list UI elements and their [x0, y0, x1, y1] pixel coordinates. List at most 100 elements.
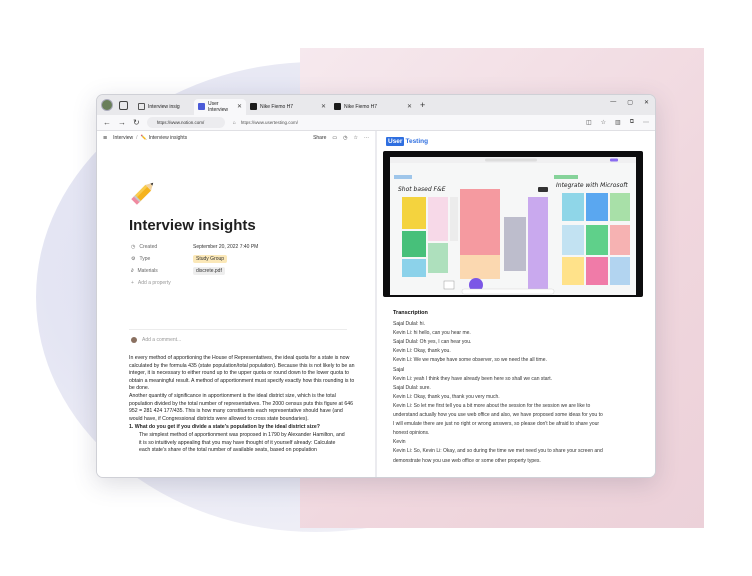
- transcript-line: Kevin Li: So let me first tell you a bit…: [393, 402, 591, 409]
- url-text: https://www.notion.com/: [156, 120, 205, 125]
- back-icon[interactable]: ←: [103, 118, 111, 127]
- close-window-icon[interactable]: ✕: [644, 99, 649, 106]
- transcript-line: understand actually how you use web offi…: [393, 412, 603, 419]
- page-properties: ◷ Created September 20, 2022 7:40 PM ⚙ Typ…: [131, 241, 351, 289]
- tab-actions-icon[interactable]: [119, 100, 128, 110]
- transcript-line: Sajal Dulal: hi.: [393, 321, 425, 328]
- tab-nike-1[interactable]: Nike Fiemo H7 ✕: [246, 99, 330, 115]
- divider: [129, 329, 347, 330]
- more-icon[interactable]: ⋯: [364, 135, 369, 141]
- favorite-star-icon[interactable]: ☆: [601, 119, 606, 126]
- paragraph: In every method of apportioning the Hous…: [129, 355, 355, 392]
- transcript-line: Kevin Li: yeah I think they have already…: [393, 375, 552, 382]
- split-panes: ≡ Interview / ✏️ Interview insights Shar…: [97, 131, 655, 477]
- notion-pane: ≡ Interview / ✏️ Interview insights Shar…: [97, 131, 375, 477]
- collections-icon[interactable]: ⧉: [630, 119, 634, 126]
- property-file[interactable]: discrete.pdf: [193, 267, 225, 275]
- transcript-panel: Transcription Sajal Dulal: hi. Kevin Li:…: [393, 309, 643, 466]
- clock-icon: ◷: [131, 244, 136, 250]
- add-property-label: Add a property: [137, 280, 171, 286]
- property-label: Type: [139, 256, 151, 262]
- nike-favicon-icon: [334, 103, 341, 110]
- breadcrumb: ≡ Interview / ✏️ Interview insights Shar…: [97, 131, 375, 145]
- add-comment-field[interactable]: Add a comment...: [131, 337, 181, 343]
- page-title: Interview insights: [129, 217, 256, 234]
- breadcrumb-root[interactable]: Interview: [113, 135, 133, 141]
- numbered-question: 1. What do you get if you divide a state…: [129, 424, 320, 431]
- property-label: Created: [139, 244, 158, 250]
- paperclip-icon: ∂: [131, 268, 134, 274]
- property-tag: Study Group: [193, 255, 228, 263]
- property-type[interactable]: ⚙ Type Study Group: [131, 253, 351, 265]
- refresh-icon[interactable]: ↻: [133, 118, 140, 127]
- paragraph: Another quantity of significance in appo…: [129, 392, 353, 422]
- maximize-icon[interactable]: ▢: [627, 99, 633, 106]
- transcript-line: Kevin Li: hi hello, can you hear me.: [393, 330, 471, 337]
- window-controls: — ▢ ✕: [610, 99, 649, 106]
- transcript-line: Kevin Li: Okay, thank you, thank you ver…: [393, 393, 500, 400]
- url-field-right[interactable]: https://www.usertesting.com/: [241, 120, 298, 125]
- split-screen-icon[interactable]: ▥: [615, 119, 621, 126]
- tab-nike-2[interactable]: Nike Fiemo H7 ✕: [330, 99, 416, 115]
- more-options-icon[interactable]: ⋯: [643, 119, 649, 126]
- sidebar-toggle-icon[interactable]: ≡: [103, 135, 107, 142]
- gear-icon: ⚙: [131, 256, 136, 262]
- transcript-line: Kevin: [393, 439, 406, 446]
- breadcrumb-page[interactable]: Interview insights: [149, 135, 187, 141]
- page-body: In every method of apportioning the Hous…: [129, 355, 355, 455]
- profile-avatar[interactable]: [101, 99, 113, 111]
- breadcrumb-separator: /: [136, 135, 138, 141]
- comment-icon[interactable]: ▭: [332, 135, 337, 141]
- answer-line: it is so intuitively appealing that you …: [139, 439, 336, 446]
- add-property-button[interactable]: + Add a property: [131, 277, 351, 289]
- property-label: Materials: [137, 268, 158, 274]
- tab-user-interview[interactable]: User Interview ✕: [194, 98, 246, 115]
- toolbar-actions: ◫ ☆ ▥ ⧉ ⋯: [586, 119, 649, 126]
- close-icon[interactable]: ✕: [321, 103, 326, 110]
- transcript-line: Kevin Li: Okay, thank you.: [393, 348, 451, 355]
- transcript-line: honest opinions.: [393, 430, 430, 437]
- answer-line: each state’s share of the total number o…: [139, 447, 317, 454]
- minimize-icon[interactable]: —: [610, 99, 616, 106]
- tab-label: Nike Fiemo H7: [260, 103, 294, 110]
- address-bar: ← → ↻ https://www.notion.com/ ⌂ https://…: [97, 115, 655, 131]
- logo-box: User: [386, 137, 405, 146]
- transcript-line: demonstrate how you use web office or so…: [393, 457, 541, 464]
- history-icon[interactable]: ◷: [343, 135, 347, 141]
- lock-icon: ⌂: [232, 119, 236, 126]
- add-comment-placeholder: Add a comment...: [142, 337, 182, 343]
- board-left-title: Shot based F&E: [398, 186, 446, 193]
- shared-screen: Shot based F&E Integrate with Microsoft: [390, 157, 636, 295]
- session-video-player[interactable]: Shot based F&E Integrate with Microsoft: [383, 151, 643, 297]
- property-materials[interactable]: ∂ Materials discrete.pdf: [131, 265, 351, 277]
- avatar: [131, 337, 137, 343]
- extension-icon[interactable]: ◫: [586, 119, 592, 126]
- browser-window: Interview insig User Interview ✕ Nike Fi…: [96, 94, 656, 478]
- tab-label: User Interview: [208, 100, 229, 113]
- property-value: September 20, 2022 7:40 PM: [193, 244, 259, 250]
- plus-icon: +: [131, 280, 134, 286]
- transcript-title: Transcription: [393, 310, 428, 316]
- pencil-small-icon: ✏️: [140, 135, 147, 141]
- tab-label: Nike Fiemo H7: [344, 103, 378, 110]
- forward-icon[interactable]: →: [118, 118, 126, 127]
- tab-strip: Interview insig User Interview ✕ Nike Fi…: [97, 95, 655, 115]
- transcript-line: Sajal Dulal: sure.: [393, 384, 431, 391]
- url-field-left[interactable]: https://www.notion.com/: [146, 117, 225, 128]
- property-created[interactable]: ◷ Created September 20, 2022 7:40 PM: [131, 241, 351, 253]
- close-icon[interactable]: ✕: [237, 103, 242, 110]
- board-right-title: Integrate with Microsoft: [556, 182, 628, 189]
- transcript-line: Sajal: [393, 366, 405, 373]
- whiteboard-illustration: Shot based F&E Integrate with Microsoft: [390, 157, 636, 295]
- nike-favicon-icon: [250, 103, 257, 110]
- new-tab-button[interactable]: +: [420, 100, 425, 110]
- background-stage: Interview insig User Interview ✕ Nike Fi…: [0, 0, 752, 576]
- close-icon[interactable]: ✕: [407, 103, 412, 110]
- share-button[interactable]: Share: [313, 135, 326, 141]
- favorite-icon[interactable]: ☆: [354, 135, 358, 141]
- tab-notion[interactable]: Interview insig: [134, 99, 194, 115]
- usertesting-logo: User Testing: [386, 137, 428, 146]
- transcript-line: Kevin Li: We we maybe have some observer…: [393, 357, 547, 364]
- tab-label: Interview insig: [148, 103, 180, 110]
- transcript-line: Sajal Dulal: Oh yes, I can hear you.: [393, 339, 472, 346]
